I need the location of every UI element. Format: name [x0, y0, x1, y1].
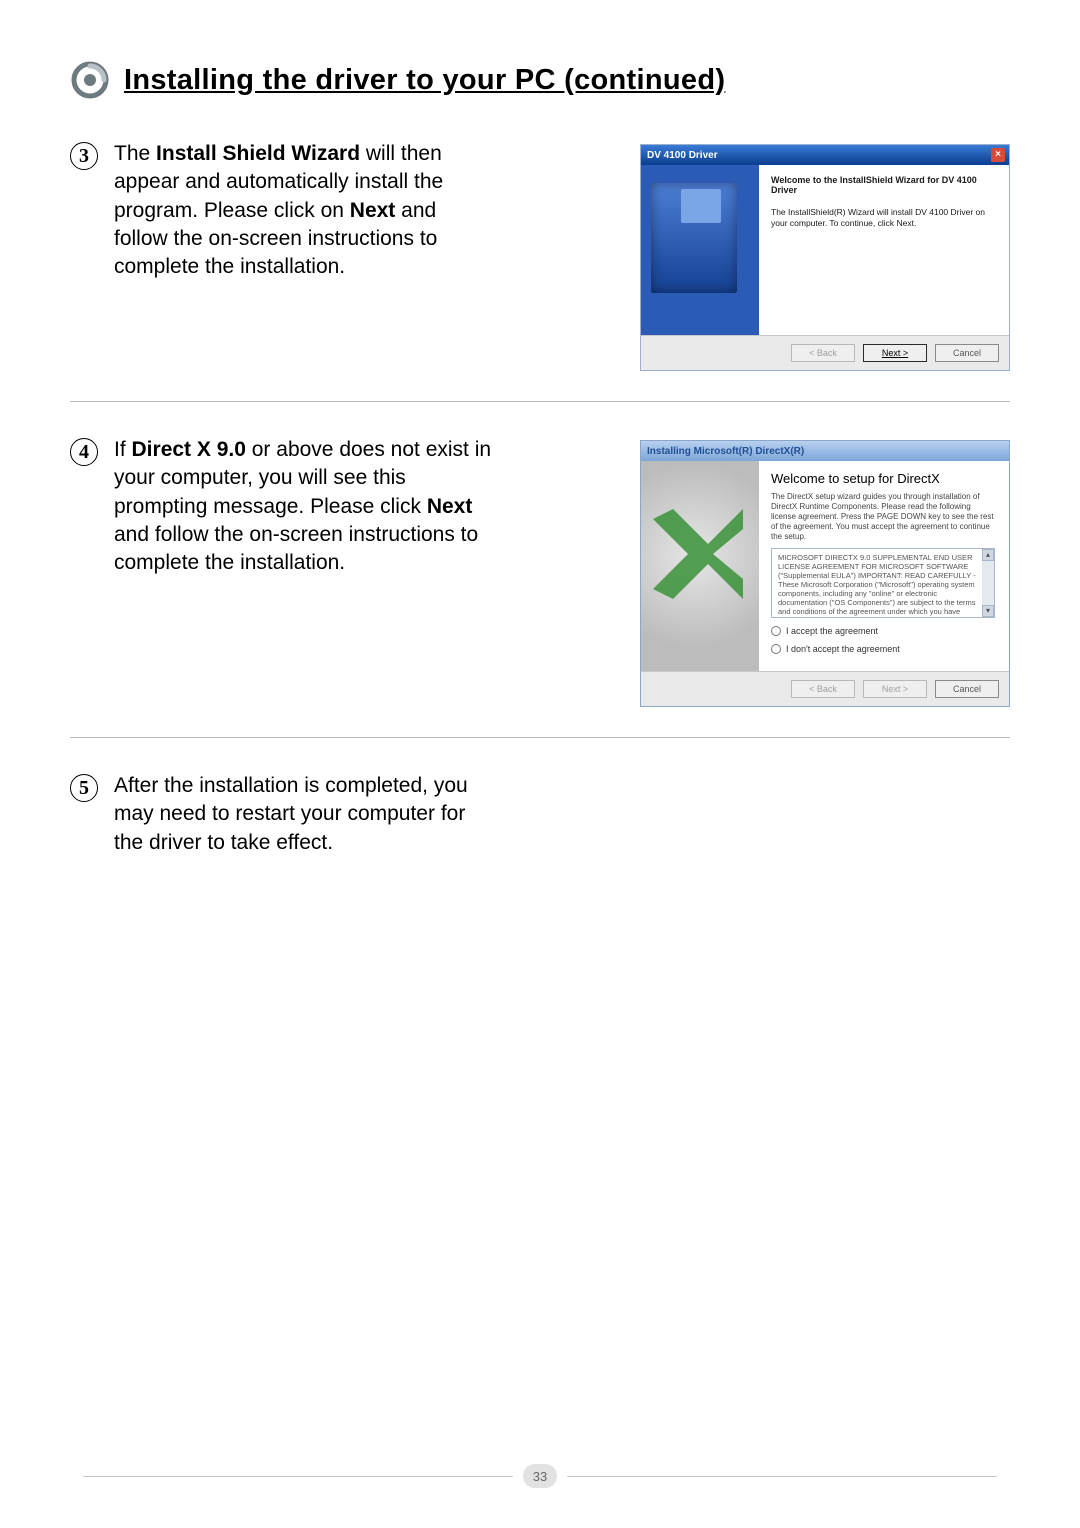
- text-fragment: The: [114, 142, 156, 165]
- eula-textbox[interactable]: MICROSOFT DIRECTX 9.0 SUPPLEMENTAL END U…: [771, 548, 995, 618]
- step-3-text: The Install Shield Wizard will then appe…: [114, 140, 494, 282]
- installshield-screenshot: DV 4100 Driver × Welcome to the InstallS…: [640, 144, 1010, 371]
- window-title: Installing Microsoft(R) DirectX(R): [647, 446, 804, 457]
- next-button[interactable]: Next >: [863, 680, 927, 698]
- next-button[interactable]: Next >: [863, 344, 927, 362]
- cancel-button[interactable]: Cancel: [935, 680, 999, 698]
- wizard-sidebar: [641, 461, 759, 671]
- wizard-main: Welcome to setup for DirectX The DirectX…: [759, 461, 1009, 671]
- text-bold: Install Shield Wizard: [156, 142, 360, 165]
- page-number: 33: [523, 1464, 557, 1488]
- wizard-description: The DirectX setup wizard guides you thro…: [771, 492, 995, 542]
- text-bold: Direct X 9.0: [132, 438, 246, 461]
- radio-icon: [771, 626, 781, 636]
- text-fragment: If: [114, 438, 132, 461]
- wizard-footer: < Back Next > Cancel: [641, 335, 1009, 370]
- close-icon[interactable]: ×: [991, 148, 1005, 162]
- text-fragment: and follow the on-screen instructions to…: [114, 523, 478, 574]
- cancel-button[interactable]: Cancel: [935, 344, 999, 362]
- eula-text: MICROSOFT DIRECTX 9.0 SUPPLEMENTAL END U…: [778, 553, 976, 618]
- wizard-heading: Welcome to setup for DirectX: [771, 471, 995, 486]
- directx-x-icon: [653, 509, 743, 599]
- wizard-sidebar: [641, 165, 759, 335]
- scroll-down-icon[interactable]: ▾: [982, 605, 994, 617]
- wizard-description: The InstallShield(R) Wizard will install…: [771, 207, 997, 228]
- step-5: 5 After the installation is completed, y…: [70, 772, 1010, 857]
- scroll-up-icon[interactable]: ▴: [982, 549, 994, 561]
- directx-screenshot: Installing Microsoft(R) DirectX(R) Welco…: [640, 440, 1010, 707]
- window-titlebar: Installing Microsoft(R) DirectX(R): [641, 441, 1009, 461]
- radio-accept[interactable]: I accept the agreement: [771, 626, 995, 636]
- text-bold: Next: [427, 495, 473, 518]
- page-title-row: Installing the driver to your PC (contin…: [70, 60, 1010, 100]
- step-5-text: After the installation is completed, you…: [114, 772, 494, 857]
- page-title: Installing the driver to your PC (contin…: [124, 64, 725, 97]
- window-title: DV 4100 Driver: [647, 150, 718, 161]
- scrollbar[interactable]: ▴ ▾: [982, 549, 994, 617]
- back-button[interactable]: < Back: [791, 344, 855, 362]
- radio-icon: [771, 644, 781, 654]
- wizard-footer: < Back Next > Cancel: [641, 671, 1009, 706]
- window-titlebar: DV 4100 Driver ×: [641, 145, 1009, 165]
- monitor-icon: [651, 183, 737, 293]
- radio-label: I don't accept the agreement: [786, 644, 900, 654]
- divider: [70, 737, 1010, 738]
- step-4-text: If Direct X 9.0 or above does not exist …: [114, 436, 494, 578]
- step-number-3: 3: [70, 142, 98, 170]
- bullet-swirl-icon: [70, 60, 110, 100]
- text-bold: Next: [350, 199, 396, 222]
- step-number-5: 5: [70, 774, 98, 802]
- wizard-heading: Welcome to the InstallShield Wizard for …: [771, 175, 997, 195]
- radio-reject[interactable]: I don't accept the agreement: [771, 644, 995, 654]
- step-4: 4 If Direct X 9.0 or above does not exis…: [70, 436, 1010, 707]
- back-button[interactable]: < Back: [791, 680, 855, 698]
- step-number-4: 4: [70, 438, 98, 466]
- divider: [70, 401, 1010, 402]
- package-icon: [681, 189, 721, 223]
- step-3: 3 The Install Shield Wizard will then ap…: [70, 140, 1010, 371]
- wizard-main: Welcome to the InstallShield Wizard for …: [759, 165, 1009, 335]
- radio-label: I accept the agreement: [786, 626, 878, 636]
